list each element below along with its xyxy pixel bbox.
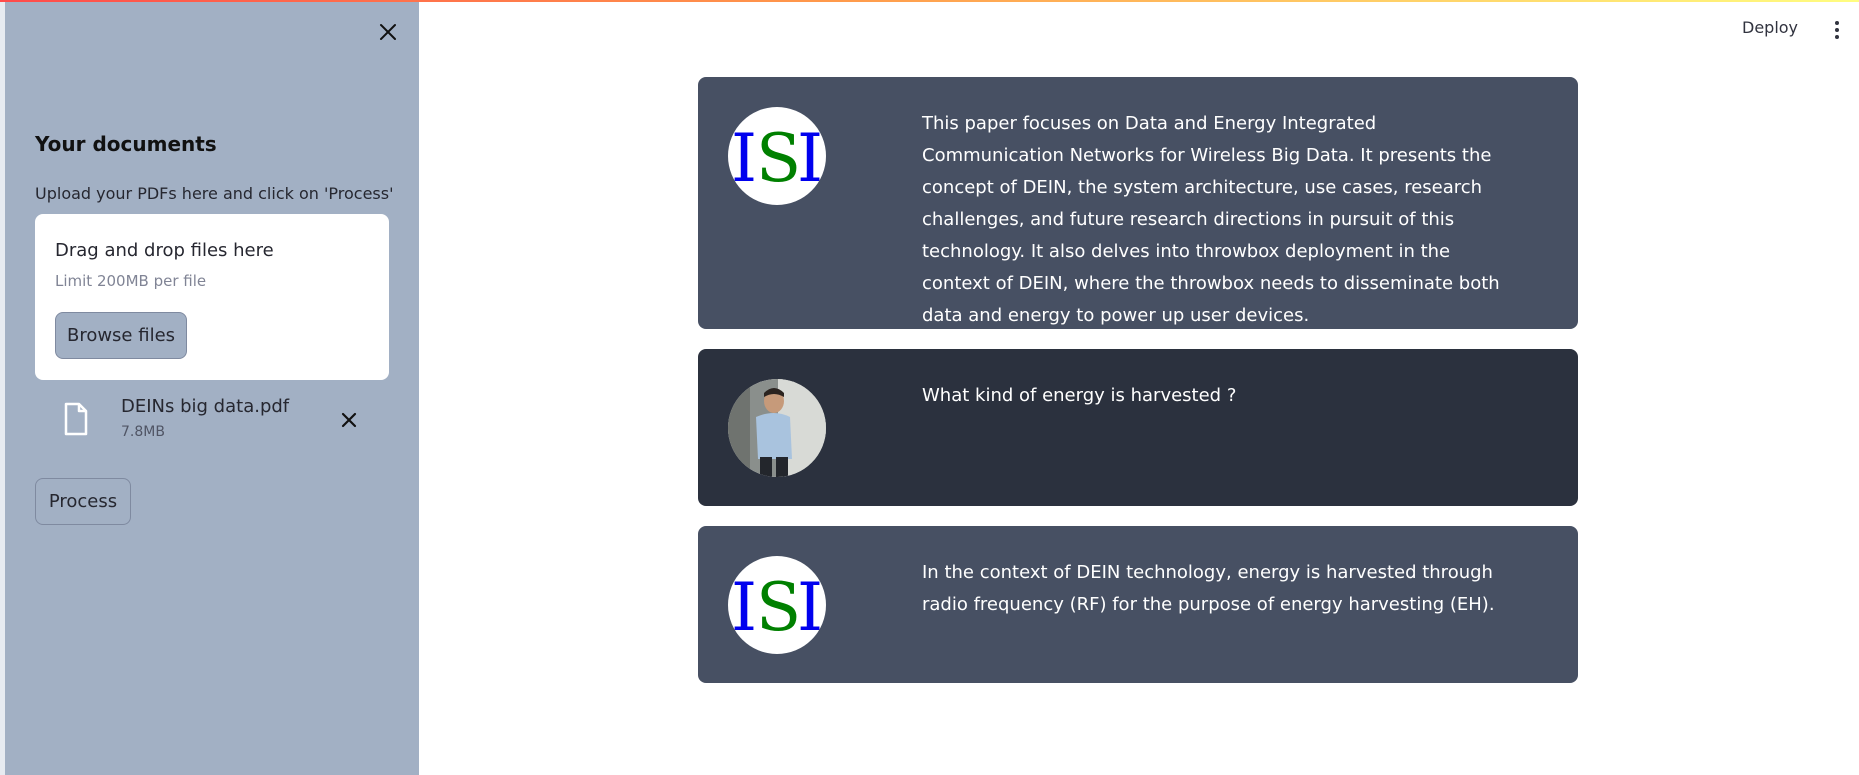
more-menu-button[interactable] <box>1825 16 1849 44</box>
more-menu-icon <box>1835 21 1839 25</box>
svg-text:S: S <box>756 569 801 646</box>
isi-logo-icon: I S I <box>731 569 823 646</box>
svg-text:I: I <box>731 120 757 197</box>
message-text: In the context of DEIN technology, energ… <box>922 562 1495 615</box>
top-decoration-bar <box>0 0 1859 2</box>
sidebar: Your documents Upload your PDFs here and… <box>0 0 419 775</box>
deploy-button[interactable]: Deploy <box>1742 18 1798 37</box>
dropzone-limit: Limit 200MB per file <box>55 272 207 290</box>
sidebar-title: Your documents <box>35 132 217 156</box>
chat-message-user: What kind of energy is harvested ? <box>698 349 1578 506</box>
isi-logo-icon: I S I <box>731 120 823 197</box>
upload-instructions: Upload your PDFs here and click on 'Proc… <box>35 184 394 203</box>
uploaded-file-item: DEINs big data.pdf 7.8MB <box>35 392 389 448</box>
chat-message-bot: I S I This paper focuses on Data and Ene… <box>698 77 1578 329</box>
close-icon <box>380 24 396 40</box>
svg-text:I: I <box>797 120 823 197</box>
chat-message-bot: I S I In the context of DEIN technology,… <box>698 526 1578 683</box>
message-text: This paper focuses on Data and Energy In… <box>922 113 1500 326</box>
message-text: What kind of energy is harvested ? <box>922 385 1237 406</box>
process-button[interactable]: Process <box>35 478 131 525</box>
svg-text:I: I <box>731 569 757 646</box>
browse-files-button[interactable]: Browse files <box>55 312 187 359</box>
file-name: DEINs big data.pdf <box>121 396 290 417</box>
close-sidebar-button[interactable] <box>374 18 402 46</box>
file-size: 7.8MB <box>121 424 165 440</box>
svg-text:S: S <box>756 120 801 197</box>
bot-avatar: I S I <box>728 556 826 654</box>
sidebar-edge <box>0 0 5 775</box>
user-photo-icon <box>728 379 826 477</box>
file-icon <box>64 402 88 436</box>
bot-avatar: I S I <box>728 107 826 205</box>
remove-file-button[interactable] <box>335 406 363 434</box>
file-dropzone[interactable]: Drag and drop files here Limit 200MB per… <box>35 214 389 380</box>
dropzone-title: Drag and drop files here <box>55 240 274 261</box>
remove-file-icon <box>341 412 357 428</box>
user-avatar <box>728 379 826 477</box>
svg-text:I: I <box>797 569 823 646</box>
